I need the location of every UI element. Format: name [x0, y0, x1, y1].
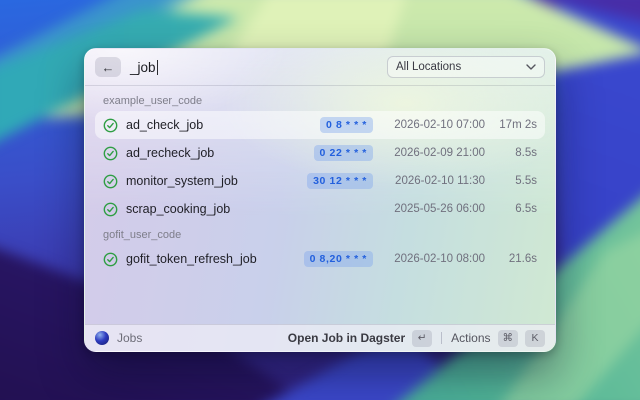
section-label: example_user_code	[95, 89, 545, 111]
location-filter-value: All Locations	[396, 61, 461, 73]
run-duration: 21.6s	[493, 253, 537, 265]
desktop: ← _job All Locations example_user_code	[0, 0, 640, 400]
check-circle-icon	[103, 118, 118, 133]
job-row[interactable]: scrap_cooking_job 2025-05-26 06:00 6.5s	[95, 195, 545, 223]
dagster-icon	[95, 331, 109, 345]
footer-actions: Open Job in Dagster ↵ Actions ⌘ K	[288, 330, 545, 347]
footer-bar: Jobs Open Job in Dagster ↵ Actions ⌘ K	[85, 324, 555, 351]
job-row[interactable]: ad_check_job 0 8 * * * 2026-02-10 07:00 …	[95, 111, 545, 139]
chevron-down-icon	[526, 64, 536, 70]
back-arrow-icon: ←	[102, 61, 115, 74]
text-caret	[157, 60, 159, 75]
run-duration: 5.5s	[493, 175, 537, 187]
next-run-timestamp: 2026-02-10 11:30	[381, 175, 485, 187]
footer-context-label: Jobs	[117, 331, 142, 345]
run-duration: 6.5s	[493, 203, 537, 215]
check-circle-icon	[103, 252, 118, 267]
enter-key-badge: ↵	[412, 330, 432, 347]
next-run-timestamp: 2025-05-26 06:00	[381, 203, 485, 215]
job-row[interactable]: gofit_token_refresh_job 0 8,20 * * * 202…	[95, 245, 545, 273]
job-row[interactable]: ad_recheck_job 0 22 * * * 2026-02-09 21:…	[95, 139, 545, 167]
footer-context: Jobs	[95, 331, 142, 345]
run-duration: 17m 2s	[493, 119, 537, 131]
job-row[interactable]: monitor_system_job 30 12 * * * 2026-02-1…	[95, 167, 545, 195]
footer-divider	[441, 332, 442, 344]
run-duration: 8.5s	[493, 147, 537, 159]
check-circle-icon	[103, 174, 118, 189]
section-label: gofit_user_code	[95, 223, 545, 245]
cmd-key-badge: ⌘	[498, 330, 519, 347]
result-section: example_user_code ad_check_job 0 8 * * *…	[95, 89, 545, 223]
job-name: gofit_token_refresh_job	[126, 252, 296, 266]
job-name: ad_check_job	[126, 118, 312, 132]
primary-action-label[interactable]: Open Job in Dagster	[288, 331, 405, 345]
schedule-badge: 30 12 * * *	[307, 173, 373, 189]
back-button[interactable]: ←	[95, 57, 121, 77]
search-input[interactable]: _job	[130, 60, 378, 75]
search-header: ← _job All Locations	[85, 49, 555, 86]
next-run-timestamp: 2026-02-10 08:00	[381, 253, 485, 265]
location-filter-dropdown[interactable]: All Locations	[387, 56, 545, 78]
section-rows: gofit_token_refresh_job 0 8,20 * * * 202…	[95, 245, 545, 273]
job-name: ad_recheck_job	[126, 146, 306, 160]
job-name: monitor_system_job	[126, 174, 299, 188]
job-name: scrap_cooking_job	[126, 202, 373, 216]
launcher-window: ← _job All Locations example_user_code	[84, 48, 556, 352]
result-section: gofit_user_code gofit_token_refresh_job …	[95, 223, 545, 273]
next-run-timestamp: 2026-02-10 07:00	[381, 119, 485, 131]
schedule-badge: 0 22 * * *	[314, 145, 373, 161]
results-list: example_user_code ad_check_job 0 8 * * *…	[85, 86, 555, 324]
check-circle-icon	[103, 146, 118, 161]
section-rows: ad_check_job 0 8 * * * 2026-02-10 07:00 …	[95, 111, 545, 223]
search-text: _job	[130, 60, 156, 75]
schedule-badge: 0 8 * * *	[320, 117, 373, 133]
k-key-badge: K	[525, 330, 545, 347]
check-circle-icon	[103, 202, 118, 217]
schedule-badge: 0 8,20 * * *	[304, 251, 373, 267]
actions-label[interactable]: Actions	[451, 331, 490, 345]
next-run-timestamp: 2026-02-09 21:00	[381, 147, 485, 159]
